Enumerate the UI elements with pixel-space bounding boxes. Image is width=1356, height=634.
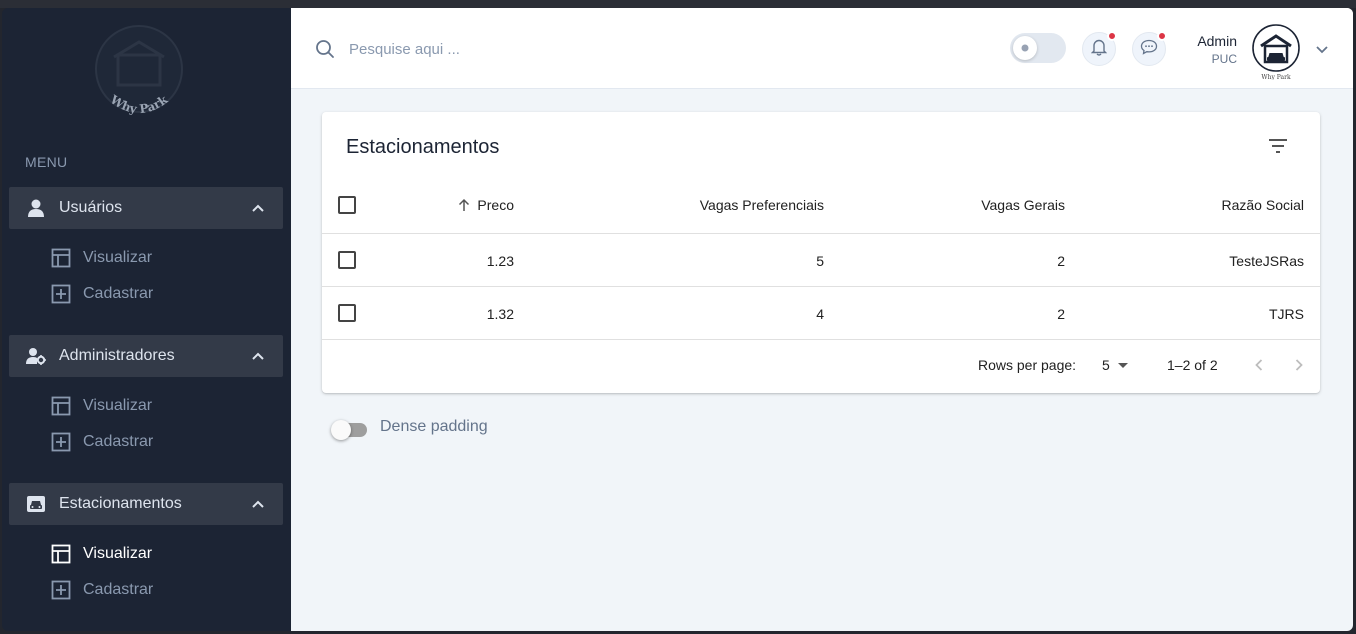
sidebar-item-estacionamentos-cadastrar[interactable]: Cadastrar bbox=[51, 576, 153, 604]
messages-button[interactable] bbox=[1132, 31, 1167, 66]
message-dot bbox=[1157, 31, 1167, 41]
menu-heading: MENU bbox=[25, 154, 68, 170]
header-divider bbox=[322, 233, 1320, 234]
top-header: Admin PUC Why Park bbox=[291, 8, 1353, 89]
sidebar-group-label: Estacionamentos bbox=[59, 495, 182, 512]
select-all-checkbox[interactable] bbox=[338, 196, 356, 214]
cell-preco: 1.32 bbox=[486, 306, 514, 322]
why-park-logo[interactable]: Why Park bbox=[94, 22, 184, 126]
user-name[interactable]: Admin bbox=[1197, 33, 1237, 49]
table-icon bbox=[51, 544, 71, 564]
search-input[interactable] bbox=[349, 36, 709, 62]
cell-vagas-gerais: 2 bbox=[1057, 306, 1065, 322]
bell-icon bbox=[1090, 38, 1108, 61]
sidebar-item-label: Visualizar bbox=[83, 249, 153, 266]
sidebar-item-label: Visualizar bbox=[83, 545, 153, 562]
row-divider bbox=[322, 286, 1320, 287]
rows-per-page-label: Rows per page: bbox=[978, 357, 1077, 373]
user-gear-icon bbox=[26, 347, 46, 365]
sidebar-item-label: Cadastrar bbox=[83, 581, 154, 598]
cell-vagas-preferenciais: 5 bbox=[816, 253, 824, 269]
filter-list-icon[interactable] bbox=[1266, 134, 1290, 158]
sidebar-group-estacionamentos[interactable]: Estacionamentos bbox=[9, 483, 283, 525]
window-top-strip bbox=[0, 0, 1356, 8]
column-header-label: Preco bbox=[477, 197, 514, 213]
sidebar: Why Park MENU Usuários Visualizar Cadast… bbox=[2, 8, 291, 631]
dense-padding-switch[interactable] bbox=[331, 418, 369, 440]
search-icon[interactable] bbox=[315, 39, 335, 59]
column-header-razao-social[interactable]: Razão Social bbox=[1122, 197, 1305, 213]
dense-padding-control: Dense padding bbox=[331, 418, 488, 440]
notification-dot bbox=[1107, 31, 1117, 41]
column-header-vagas-preferenciais[interactable]: Vagas Preferenciais bbox=[622, 197, 824, 213]
dense-padding-label: Dense padding bbox=[380, 418, 488, 435]
user-icon bbox=[26, 199, 46, 217]
caret-down-icon bbox=[1117, 363, 1128, 368]
rows-per-page-value: 5 bbox=[1102, 357, 1110, 373]
chevron-up-icon bbox=[251, 349, 265, 363]
sidebar-group-administradores[interactable]: Administradores bbox=[9, 335, 283, 377]
sidebar-item-label: Cadastrar bbox=[83, 433, 154, 450]
plus-square-icon bbox=[51, 432, 71, 452]
table-icon bbox=[51, 248, 71, 268]
cell-preco: 1.23 bbox=[486, 253, 514, 269]
next-page-button[interactable] bbox=[1289, 355, 1309, 375]
cell-vagas-gerais: 2 bbox=[1057, 253, 1065, 269]
row-checkbox[interactable] bbox=[338, 251, 356, 269]
avatar[interactable]: Why Park bbox=[1251, 24, 1301, 81]
rows-per-page-select[interactable]: 5 bbox=[1102, 357, 1128, 373]
sidebar-group-usuarios[interactable]: Usuários bbox=[9, 187, 283, 229]
chat-icon bbox=[1140, 39, 1158, 60]
notifications-button[interactable] bbox=[1082, 31, 1117, 66]
dark-mode-toggle[interactable] bbox=[1010, 33, 1066, 63]
cell-razao-social: TesteJSRas bbox=[1229, 253, 1304, 269]
table-icon bbox=[51, 396, 71, 416]
sidebar-item-label: Visualizar bbox=[83, 397, 153, 414]
chevron-up-icon bbox=[251, 497, 265, 511]
main-content: Admin PUC Why Park Estacionamentos bbox=[291, 8, 1353, 631]
sidebar-item-usuarios-cadastrar[interactable]: Cadastrar bbox=[51, 280, 153, 308]
chevron-down-icon[interactable] bbox=[1315, 42, 1329, 56]
plus-square-icon bbox=[51, 580, 71, 600]
app-frame: Why Park MENU Usuários Visualizar Cadast… bbox=[2, 8, 1353, 631]
previous-page-button[interactable] bbox=[1249, 355, 1269, 375]
plus-square-icon bbox=[51, 284, 71, 304]
sidebar-item-administradores-cadastrar[interactable]: Cadastrar bbox=[51, 428, 153, 456]
cell-vagas-preferenciais: 4 bbox=[816, 306, 824, 322]
sidebar-item-label: Cadastrar bbox=[83, 285, 154, 302]
sidebar-group-label: Usuários bbox=[59, 199, 123, 216]
row-divider bbox=[322, 339, 1320, 340]
sidebar-item-estacionamentos-visualizar[interactable]: Visualizar bbox=[51, 540, 152, 568]
table-title: Estacionamentos bbox=[346, 136, 500, 158]
column-header-preco[interactable]: Preco bbox=[432, 197, 514, 213]
sidebar-item-administradores-visualizar[interactable]: Visualizar bbox=[51, 392, 152, 420]
avatar-text: Why Park bbox=[1261, 74, 1291, 80]
arrow-up-icon bbox=[457, 198, 471, 212]
sidebar-item-usuarios-visualizar[interactable]: Visualizar bbox=[51, 244, 152, 272]
column-header-vagas-gerais[interactable]: Vagas Gerais bbox=[882, 197, 1065, 213]
switch-thumb bbox=[331, 420, 351, 440]
estacionamentos-table-card: Estacionamentos Preco Vagas Preferenciai… bbox=[322, 112, 1320, 393]
sun-icon bbox=[1013, 36, 1037, 60]
cell-razao-social: TJRS bbox=[1269, 306, 1304, 322]
car-icon bbox=[26, 495, 46, 513]
row-checkbox[interactable] bbox=[338, 304, 356, 322]
chevron-up-icon bbox=[251, 201, 265, 215]
pagination-range: 1–2 of 2 bbox=[1167, 357, 1218, 373]
sidebar-group-label: Administradores bbox=[59, 347, 175, 364]
user-role: PUC bbox=[1211, 52, 1237, 66]
